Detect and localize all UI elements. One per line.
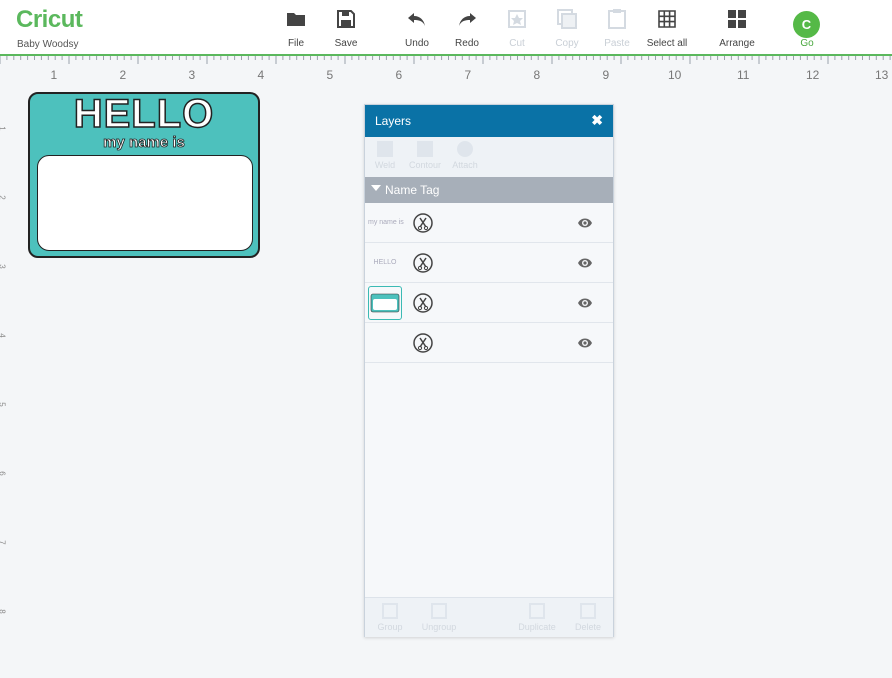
cricut-logo[interactable]: Cricut	[16, 6, 83, 34]
vertical-ruler-number: 8	[0, 609, 7, 613]
group-label: Group	[377, 622, 403, 632]
grid-select-icon	[658, 10, 676, 28]
vertical-ruler-number: 2	[0, 195, 7, 199]
vertical-ruler-number: 1	[0, 126, 7, 130]
go-label: Go	[800, 38, 814, 49]
folder-icon	[287, 13, 305, 26]
layers-footer: Group Ungroup Duplicate Delete	[365, 597, 613, 637]
ungroup-button[interactable]: Ungroup	[417, 603, 461, 632]
layer-row[interactable]: my name is	[365, 203, 613, 243]
scissors-icon[interactable]	[413, 293, 433, 313]
my-name-is-text: my name is	[103, 134, 186, 152]
ruler-ticks	[0, 56, 891, 64]
undo-icon	[408, 13, 425, 26]
scissors-icon[interactable]	[413, 333, 433, 353]
layer-group-name-tag[interactable]: Name Tag	[365, 177, 613, 203]
save-label: Save	[334, 38, 358, 49]
layers-tools: Weld Contour Attach	[365, 137, 613, 177]
eye-icon[interactable]	[577, 216, 593, 230]
ruler-number: 5	[326, 68, 334, 82]
ungroup-label: Ungroup	[421, 622, 457, 632]
eye-icon[interactable]	[577, 256, 593, 270]
vertical-ruler-number: 3	[0, 264, 7, 268]
paste-icon	[608, 9, 626, 29]
ruler-number: 11	[737, 68, 750, 82]
vertical-ruler-number: 5	[0, 402, 7, 406]
thumbnail-text: HELLO	[373, 259, 397, 266]
name-tag-design[interactable]: HELLO my name is	[28, 91, 260, 258]
name-box	[37, 155, 253, 251]
project-name: Baby Woodsy	[17, 39, 79, 50]
save-icon	[337, 10, 355, 28]
contour-icon	[417, 141, 433, 157]
layer-row[interactable]: HELLO	[365, 243, 613, 283]
go-button[interactable]: C	[793, 11, 820, 38]
copy-icon	[557, 9, 577, 29]
layer-thumbnail	[368, 286, 402, 320]
ruler-number: 8	[533, 68, 541, 82]
contour-label: Contour	[408, 160, 442, 170]
select-all-label: Select all	[646, 38, 688, 49]
layer-thumbnail: HELLO	[368, 246, 402, 280]
top-toolbar: Cricut Baby Woodsy File Save Undo Redo C…	[0, 0, 892, 56]
ruler-number: 9	[602, 68, 610, 82]
thumbnail-text: my name is	[368, 219, 404, 226]
weld-icon	[377, 141, 393, 157]
cut-icon	[508, 10, 526, 28]
ruler-number: 3	[188, 68, 196, 82]
weld-button[interactable]: Weld	[367, 141, 403, 170]
layer-row[interactable]	[365, 323, 613, 363]
weld-label: Weld	[374, 160, 396, 170]
ruler-number: 4	[257, 68, 265, 82]
attach-button[interactable]: Attach	[447, 141, 483, 170]
vertical-ruler-number: 6	[0, 471, 7, 475]
duplicate-icon	[529, 603, 545, 619]
arrange-button[interactable]: Arrange	[707, 8, 767, 52]
duplicate-label: Duplicate	[518, 622, 556, 632]
caret-down-icon[interactable]	[371, 185, 381, 191]
arrange-label: Arrange	[719, 38, 755, 49]
scissors-icon[interactable]	[413, 213, 433, 233]
layers-panel-header: Layers ✖	[365, 105, 613, 137]
hello-text: HELLO	[73, 91, 215, 137]
vertical-ruler-number: 7	[0, 540, 7, 544]
ruler-number: 12	[806, 68, 820, 82]
trash-icon	[580, 603, 596, 619]
vertical-ruler: 1 2 3 4 5 6 7 8	[0, 84, 10, 678]
duplicate-button[interactable]: Duplicate	[515, 603, 559, 632]
eye-icon[interactable]	[577, 296, 593, 310]
group-name: Name Tag	[385, 183, 440, 197]
close-icon[interactable]: ✖	[591, 112, 603, 129]
ruler-number: 6	[395, 68, 403, 82]
vertical-ruler-number: 4	[0, 333, 7, 337]
ruler-number: 10	[668, 68, 682, 82]
eye-icon[interactable]	[577, 336, 593, 350]
ruler-number: 7	[464, 68, 472, 82]
ruler-number: 1	[50, 68, 58, 82]
layer-row[interactable]	[365, 283, 613, 323]
delete-button[interactable]: Delete	[566, 603, 610, 632]
group-icon	[382, 603, 398, 619]
select-all-button[interactable]: Select all	[637, 8, 697, 52]
attach-label: Attach	[452, 160, 478, 170]
ruler-number: 13	[875, 68, 889, 82]
attach-icon	[457, 141, 473, 157]
ungroup-icon	[431, 603, 447, 619]
delete-label: Delete	[574, 622, 601, 632]
contour-button[interactable]: Contour	[407, 141, 443, 170]
save-button[interactable]: Save	[316, 8, 376, 52]
tag-thumbnail-image	[370, 293, 400, 313]
layer-thumbnail: my name is	[368, 206, 404, 240]
scissors-icon[interactable]	[413, 253, 433, 273]
horizontal-ruler: 1 2 3 4 5 6 7 8 9 10 11 12 13	[0, 56, 892, 84]
redo-icon	[459, 13, 476, 26]
layer-thumbnail	[368, 326, 402, 360]
group-button[interactable]: Group	[368, 603, 412, 632]
layers-panel: Layers ✖ Weld Contour Attach Name Tag my…	[364, 104, 614, 637]
layers-panel-title: Layers	[375, 114, 412, 128]
ruler-number: 2	[119, 68, 127, 82]
arrange-icon	[728, 10, 746, 28]
